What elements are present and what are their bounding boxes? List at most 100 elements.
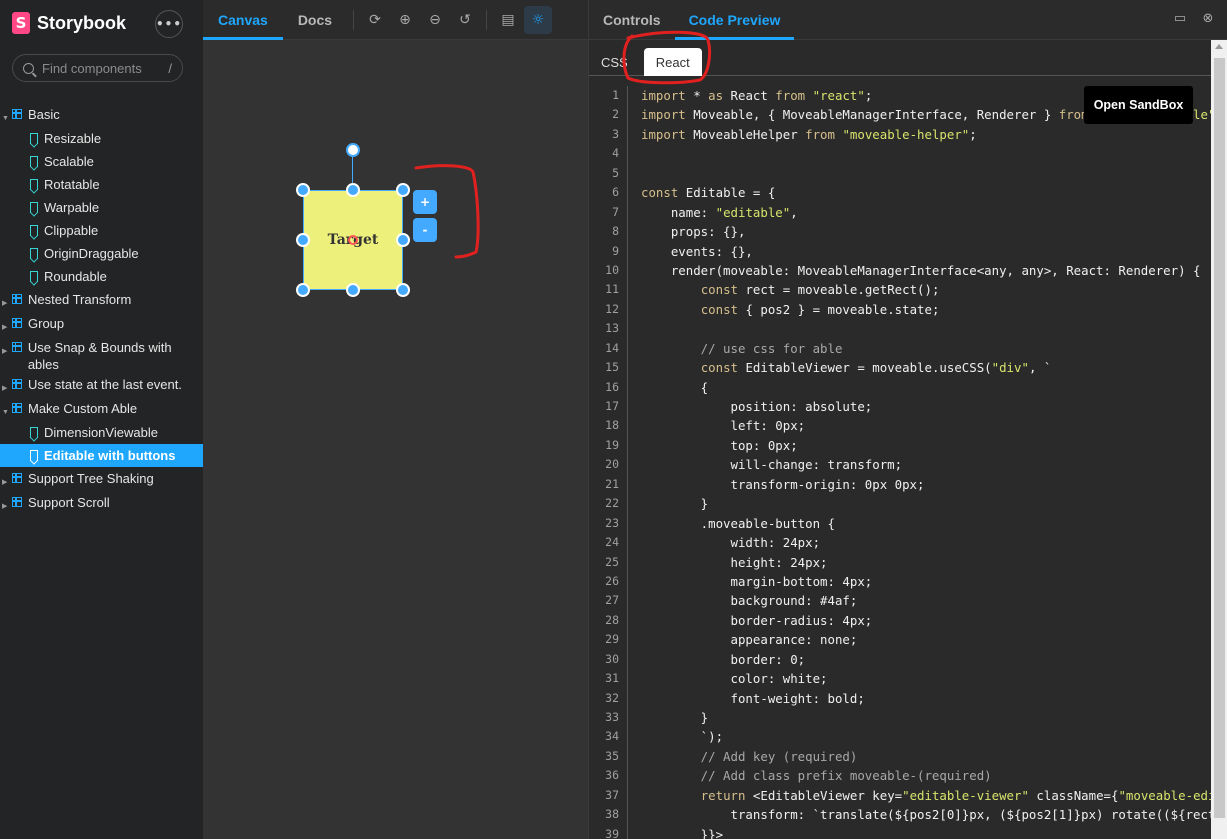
code-line: 7 name: "editable", (589, 203, 1211, 222)
bookmark-icon (30, 450, 38, 461)
sidebar-group-item[interactable]: ▶ Nested Transform (0, 288, 203, 312)
code-text: return <EditableViewer key="editable-vie… (700, 787, 1211, 803)
sidebar-item-label: Make Custom Able (28, 401, 138, 416)
search-icon (23, 62, 34, 74)
sidebar-item-label: Group (28, 316, 65, 331)
code-line: 18 left: 0px; (589, 416, 1211, 435)
sidebar-group-item[interactable]: ▶ Use state at the last event. (0, 373, 203, 397)
line-number: 9 (612, 243, 619, 258)
sidebar-story-item[interactable]: Scalable (0, 150, 203, 173)
zoom-in-icon[interactable]: ⊕ (391, 6, 419, 34)
sidebar-item-label: Clippable (44, 223, 99, 238)
sidebar-story-item[interactable]: Resizable (0, 127, 203, 150)
component-icon (12, 497, 22, 507)
preview-canvas: Target + - (203, 41, 588, 839)
more-options-button[interactable]: ••• (155, 10, 183, 38)
code-line: 19 top: 0px; (589, 436, 1211, 455)
component-icon (12, 403, 22, 413)
tab-controls[interactable]: Controls (589, 0, 675, 40)
rotation-handle[interactable] (346, 143, 360, 157)
component-icon (11, 342, 22, 352)
sidebar-group-item[interactable]: ▶ Support Scroll (0, 491, 203, 515)
sidebar-item-label: Resizable (44, 131, 102, 146)
code-line: 24 width: 24px; (589, 533, 1211, 552)
code-line: 6 const Editable = { (589, 183, 1211, 202)
tab-css[interactable]: CSS (589, 48, 640, 76)
code-line: 35 // Add key (required) (589, 747, 1211, 766)
tab-docs[interactable]: Docs (283, 0, 347, 40)
code-text: } (641, 496, 709, 512)
transform-origin-marker[interactable] (348, 235, 358, 245)
resize-handle-n[interactable] (346, 183, 360, 197)
code-line: 27 background: #4af; (589, 591, 1211, 610)
bookmark-icon (30, 427, 38, 438)
scrollbar[interactable] (1211, 40, 1227, 839)
code-text: .moveable-button { (641, 515, 835, 531)
canvas-toolbar: Canvas Docs ⟳ ⊕ ⊖ ↺ ▤ ☼ (203, 0, 588, 40)
code-text: // Add class prefix moveable-(required) (641, 768, 992, 784)
line-number: 24 (605, 535, 619, 550)
caret-right-icon: ▶ (2, 479, 8, 486)
toolbar-divider (353, 9, 355, 30)
sidebar-story-item[interactable]: Rotatable (0, 173, 203, 196)
minus-button[interactable]: - (413, 218, 437, 242)
code-line: 4 (589, 144, 1211, 163)
reload-icon[interactable]: ⟳ (361, 6, 389, 34)
resize-handle-e[interactable] (396, 233, 410, 247)
bookmark-icon (30, 271, 38, 282)
code-line: 32 font-weight: bold; (589, 689, 1211, 708)
line-number: 28 (605, 612, 619, 627)
layout-icon[interactable]: ▤ (494, 6, 522, 34)
close-icon[interactable]: ⊗ (1201, 12, 1215, 26)
resize-handle-s[interactable] (346, 283, 360, 297)
sidebar-item-label: Editable with buttons (44, 448, 176, 463)
scroll-up-arrow[interactable] (1215, 44, 1223, 49)
code-line: 22 } (589, 494, 1211, 513)
code-line: 31 color: white; (589, 669, 1211, 688)
line-number: 29 (605, 632, 619, 647)
tab-react[interactable]: React (643, 48, 702, 76)
panel-layout-icon[interactable]: ▭ (1173, 12, 1187, 26)
sidebar-story-item[interactable]: Clippable (0, 219, 203, 242)
code-line: 10 render(moveable: MoveableManagerInter… (589, 261, 1211, 280)
line-number: 33 (605, 710, 619, 724)
sidebar-group-item[interactable]: ▼ Basic (0, 103, 203, 127)
theme-sun-icon[interactable]: ☼ (524, 5, 553, 34)
tab-code-preview[interactable]: Code Preview (674, 0, 795, 40)
caret-down-icon: ▼ (2, 115, 9, 122)
line-number: 3 (612, 126, 619, 141)
scroll-thumb[interactable] (1214, 58, 1225, 818)
resize-handle-nw[interactable] (296, 183, 310, 197)
plus-button[interactable]: + (413, 190, 437, 214)
zoom-reset-icon[interactable]: ↺ (451, 6, 479, 34)
sidebar-group-item[interactable]: ▼ Make Custom Able (0, 397, 203, 421)
sidebar-group-item[interactable]: ▶ Group (0, 312, 203, 336)
sidebar-group-item[interactable]: ▶ Use Snap & Bounds with ables (0, 336, 203, 373)
resize-handle-w[interactable] (296, 233, 310, 247)
code-line: 33 } (589, 708, 1211, 727)
code-text: background: #4af; (641, 593, 858, 609)
sidebar-group-item[interactable]: ▶ Support Tree Shaking (0, 467, 203, 491)
sidebar-story-item[interactable]: Editable with buttons (0, 444, 203, 467)
search-shortcut: / (168, 60, 172, 76)
line-number: 35 (605, 748, 619, 763)
tab-canvas[interactable]: Canvas (203, 0, 283, 40)
line-number: 14 (605, 340, 619, 355)
sidebar-story-item[interactable]: Warpable (0, 196, 203, 219)
sidebar: S Storybook ••• Find components / ▼ Basic… (0, 0, 203, 839)
sidebar-story-item[interactable]: OriginDraggable (0, 242, 203, 265)
sidebar-story-item[interactable]: DimensionViewable (0, 421, 203, 444)
resize-handle-ne[interactable] (396, 183, 410, 197)
sidebar-story-item[interactable]: Roundable (0, 265, 203, 288)
code-line: 9 events: {}, (589, 242, 1211, 261)
line-number: 25 (605, 554, 619, 569)
storybook-logo[interactable]: S Storybook (12, 12, 126, 34)
zoom-out-icon[interactable]: ⊖ (421, 6, 449, 34)
resize-handle-sw[interactable] (296, 283, 310, 297)
resize-handle-se[interactable] (396, 283, 410, 297)
sidebar-item-label: DimensionViewable (44, 425, 158, 440)
code-line: 20 will-change: transform; (589, 455, 1211, 474)
search-input[interactable]: Find components / (12, 54, 183, 82)
code-line: 16 { (589, 378, 1211, 397)
open-sandbox-button[interactable]: Open SandBox (1084, 86, 1193, 124)
